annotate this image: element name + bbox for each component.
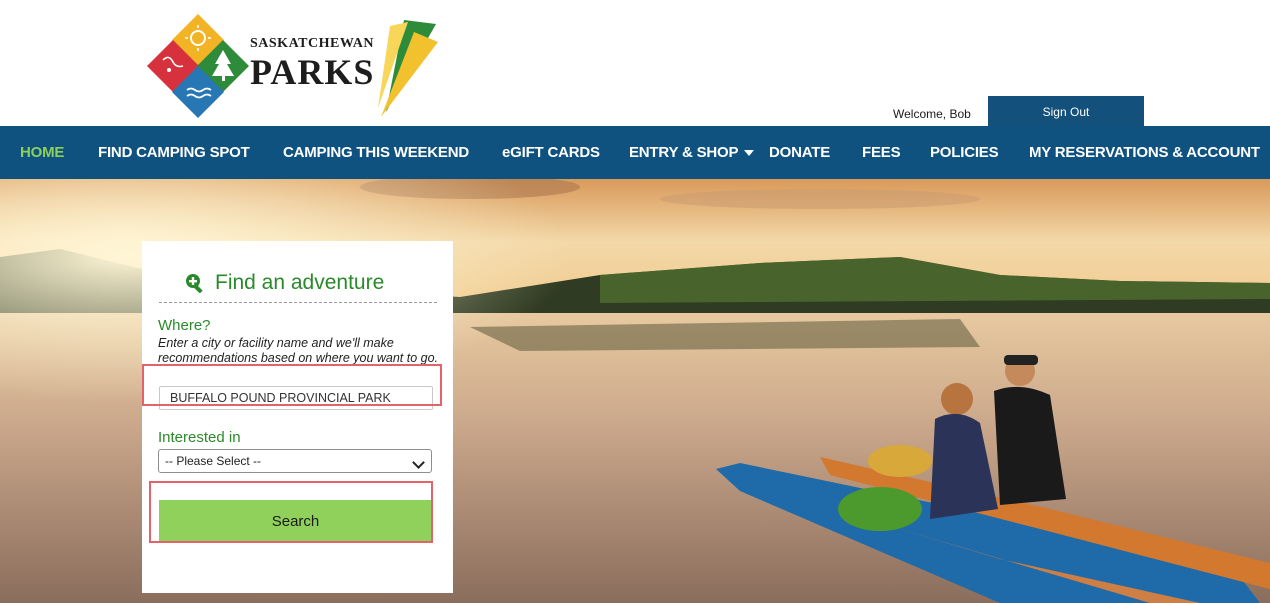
caret-down-icon [744,149,755,156]
where-help-text: Enter a city or facility name and we'll … [158,336,439,365]
nav-entry-shop-label: ENTRY & SHOP [629,144,739,161]
site-header: SASKATCHEWAN PARKS Welcome, Bob Sign Out [0,0,1270,126]
interest-select-value: -- Please Select -- [165,454,262,468]
nav-camping-this-weekend[interactable]: CAMPING THIS WEEKEND [283,126,469,179]
nav-donate[interactable]: DONATE [769,126,830,179]
nav-policies[interactable]: POLICIES [930,126,999,179]
sign-out-button[interactable]: Sign Out [988,96,1144,126]
logo-text-saskatchewan: SASKATCHEWAN [250,36,374,51]
panel-title-text: Find an adventure [215,271,385,294]
nav-my-reservations[interactable]: MY RESERVATIONS & ACCOUNT [1029,126,1260,179]
annotation-box-where [142,364,442,406]
site-logo[interactable]: SASKATCHEWAN PARKS [146,12,446,122]
interest-label: Interested in [158,429,241,446]
welcome-message: Welcome, Bob [893,107,971,121]
nav-entry-shop[interactable]: ENTRY & SHOP [629,126,755,179]
chevron-down-icon [412,456,425,469]
nav-fees[interactable]: FEES [862,126,901,179]
nav-egift-cards[interactable]: eGIFT CARDS [502,126,600,179]
where-label: Where? [158,317,211,334]
title-divider [159,302,437,303]
interest-select[interactable]: -- Please Select -- [158,449,432,473]
main-nav: HOME FIND CAMPING SPOT CAMPING THIS WEEK… [0,126,1270,179]
zoom-in-icon [186,274,203,293]
annotation-box-search [149,481,433,543]
nav-home[interactable]: HOME [20,126,64,179]
nav-find-camping-spot[interactable]: FIND CAMPING SPOT [98,126,250,179]
logo-text-parks: PARKS [250,52,375,92]
panel-title: Find an adventure [185,271,384,295]
